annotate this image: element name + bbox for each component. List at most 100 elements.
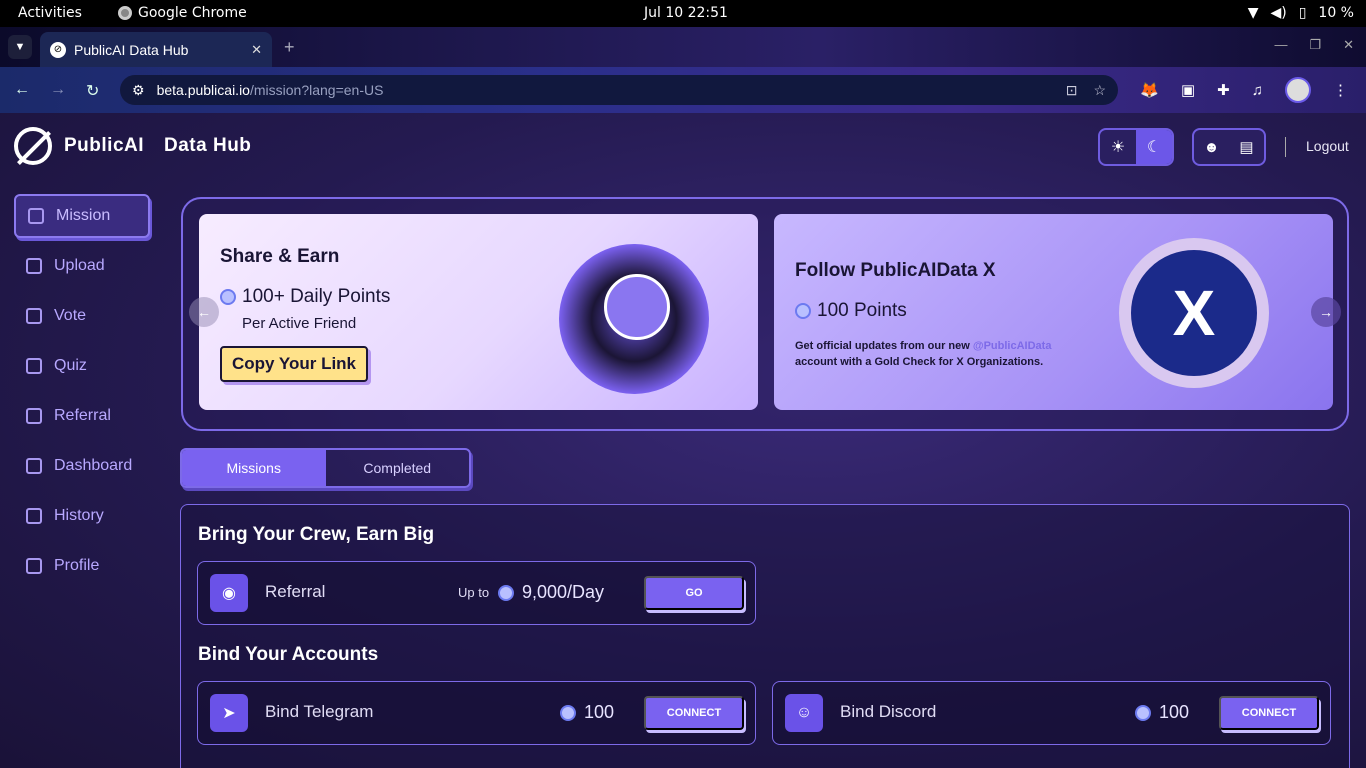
reward-value: 100 xyxy=(1159,702,1190,722)
follow-x-banner[interactable]: Follow PublicAIData X 100 Points Get off… xyxy=(774,214,1333,410)
sidebar-item-history[interactable]: History xyxy=(14,494,150,538)
address-bar[interactable]: ⚙ beta.publicai.io/mission?lang=en-US ⊡ … xyxy=(120,75,1118,105)
brand-name: PublicAI xyxy=(64,135,145,156)
connect-discord-button[interactable]: CONNECT xyxy=(1219,696,1319,730)
metamask-icon[interactable]: 🦊 xyxy=(1140,81,1159,99)
bookmark-star-icon[interactable]: ☆ xyxy=(1093,82,1106,99)
theme-switch: ☀ ☾ xyxy=(1098,128,1174,166)
telegram-icon: ➤ xyxy=(210,694,248,732)
minimize-icon[interactable]: — xyxy=(1274,37,1287,53)
media-control-icon[interactable]: ♫ xyxy=(1252,82,1263,99)
sidebar: Mission Upload Vote Quiz Referral Dashbo… xyxy=(14,194,150,594)
maximize-icon[interactable]: ❐ xyxy=(1309,37,1321,53)
url-text: beta.publicai.io/mission?lang=en-US xyxy=(157,82,384,98)
document-icon[interactable]: ▤ xyxy=(1229,130,1264,164)
light-mode-icon[interactable]: ☀ xyxy=(1100,130,1136,164)
close-tab-icon[interactable]: ✕ xyxy=(251,42,262,58)
upto-label: Up to xyxy=(458,585,490,600)
sidebar-item-label: History xyxy=(54,507,104,524)
mission-reward: 9,000/Day xyxy=(498,582,604,603)
desc-part: account with a Gold Check for X Organiza… xyxy=(795,356,1044,368)
sidebar-item-upload[interactable]: Upload xyxy=(14,244,150,288)
chrome-icon xyxy=(118,6,132,20)
coin-icon xyxy=(560,704,576,721)
puzzle-extensions-icon[interactable]: ✚ xyxy=(1217,81,1230,99)
os-top-bar: Activities Google Chrome Jul 10 22:51 ▼ … xyxy=(0,0,1366,27)
mission-label: Bind Discord xyxy=(840,702,937,721)
referral-mission: ◉ Referral Up to 9,000/Day GO xyxy=(197,561,756,625)
wifi-icon: ▼ xyxy=(1247,5,1259,21)
reward-value: 9,000/Day xyxy=(522,582,605,602)
section-title: Bind Your Accounts xyxy=(198,644,379,665)
mission-tabs: Missions Completed xyxy=(180,448,471,488)
banner-carousel: Share & Earn 100+ Daily Points Per Activ… xyxy=(181,197,1349,431)
publicai-logo-icon xyxy=(14,127,52,165)
connect-telegram-button[interactable]: CONNECT xyxy=(644,696,744,730)
sidebar-item-referral[interactable]: Referral xyxy=(14,394,150,438)
mission-label: Bind Telegram xyxy=(265,702,374,721)
sidebar-item-mission[interactable]: Mission xyxy=(14,194,150,238)
carousel-next-icon[interactable]: → xyxy=(1311,297,1341,327)
omnibox-actions: ⊡ ☆ xyxy=(1066,82,1106,99)
vote-icon xyxy=(26,308,42,324)
bind-discord-mission: ☺ Bind Discord 100 CONNECT xyxy=(772,681,1331,745)
tab-search-button[interactable]: ▼ xyxy=(8,35,32,59)
close-window-icon[interactable]: ✕ xyxy=(1343,37,1354,53)
copy-link-button[interactable]: Copy Your Link xyxy=(220,346,368,382)
extensions-area: 🦊 ▣ ✚ ♫ ⋮ xyxy=(1140,77,1348,103)
new-tab-button[interactable]: + xyxy=(284,37,295,58)
reload-icon[interactable]: ↻ xyxy=(86,81,99,101)
brand-subtitle: Data Hub xyxy=(164,135,252,156)
logout-link[interactable]: Logout xyxy=(1306,138,1349,154)
sidebar-item-label: Dashboard xyxy=(54,457,133,474)
site-info-icon[interactable]: ⚙ xyxy=(132,82,145,99)
brand-logo[interactable]: PublicAI Data Hub xyxy=(14,127,251,165)
carousel-prev-icon[interactable]: ← xyxy=(189,297,219,327)
points-text: 100 Points xyxy=(817,300,907,321)
activities-button[interactable]: Activities xyxy=(18,5,82,21)
desc-part: Get official updates from our new xyxy=(795,340,973,352)
go-button[interactable]: GO xyxy=(644,576,744,610)
discord-icon: ☺ xyxy=(785,694,823,732)
history-icon xyxy=(26,508,42,524)
tab-missions[interactable]: Missions xyxy=(182,450,326,486)
sidebar-item-dashboard[interactable]: Dashboard xyxy=(14,444,150,488)
banner-description: Get official updates from our new @Publi… xyxy=(795,338,1095,370)
x-handle-link[interactable]: @PublicAIData xyxy=(973,340,1052,352)
back-icon[interactable]: ← xyxy=(14,81,30,99)
coin-icon xyxy=(220,289,236,305)
window-controls: — ❐ ✕ xyxy=(1274,37,1354,53)
terminal-extension-icon[interactable]: ▣ xyxy=(1181,81,1195,99)
banner-subtitle: Per Active Friend xyxy=(242,315,357,332)
sidebar-item-quiz[interactable]: Quiz xyxy=(14,344,150,388)
tab-completed[interactable]: Completed xyxy=(326,450,470,486)
url-host: beta.publicai.io xyxy=(156,82,250,98)
clock[interactable]: Jul 10 22:51 xyxy=(644,5,728,21)
dashboard-icon xyxy=(26,458,42,474)
sidebar-item-profile[interactable]: Profile xyxy=(14,544,150,588)
sidebar-item-label: Mission xyxy=(56,207,111,224)
sidebar-item-label: Referral xyxy=(54,407,111,424)
x-logo-icon: X xyxy=(1119,238,1269,388)
dark-mode-icon[interactable]: ☾ xyxy=(1136,130,1172,164)
profile-avatar[interactable] xyxy=(1285,77,1311,103)
system-tray[interactable]: ▼ ◀) ▯ 10 % xyxy=(1248,5,1354,21)
coin-icon xyxy=(498,584,514,601)
battery-icon: ▯ xyxy=(1298,5,1307,21)
share-earn-banner[interactable]: Share & Earn 100+ Daily Points Per Activ… xyxy=(199,214,758,410)
install-app-icon[interactable]: ⊡ xyxy=(1066,82,1078,99)
chevron-down-icon: ▼ xyxy=(14,41,26,53)
header-divider xyxy=(1285,137,1286,157)
profile-icon xyxy=(26,558,42,574)
more-menu-icon[interactable]: ⋮ xyxy=(1333,81,1348,99)
user-face-icon[interactable]: ☻ xyxy=(1194,130,1229,164)
battery-level: 10 % xyxy=(1318,5,1354,21)
referral-icon xyxy=(26,408,42,424)
missions-panel: Bring Your Crew, Earn Big ◉ Referral Up … xyxy=(180,504,1350,768)
banner-points: 100+ Daily Points xyxy=(220,286,390,308)
browser-tab[interactable]: ⊘ PublicAI Data Hub ✕ xyxy=(40,32,272,67)
forward-icon[interactable]: → xyxy=(50,81,66,99)
header-icons: ☻ ▤ xyxy=(1192,128,1266,166)
sidebar-item-vote[interactable]: Vote xyxy=(14,294,150,338)
app-menu[interactable]: Google Chrome xyxy=(118,5,247,21)
